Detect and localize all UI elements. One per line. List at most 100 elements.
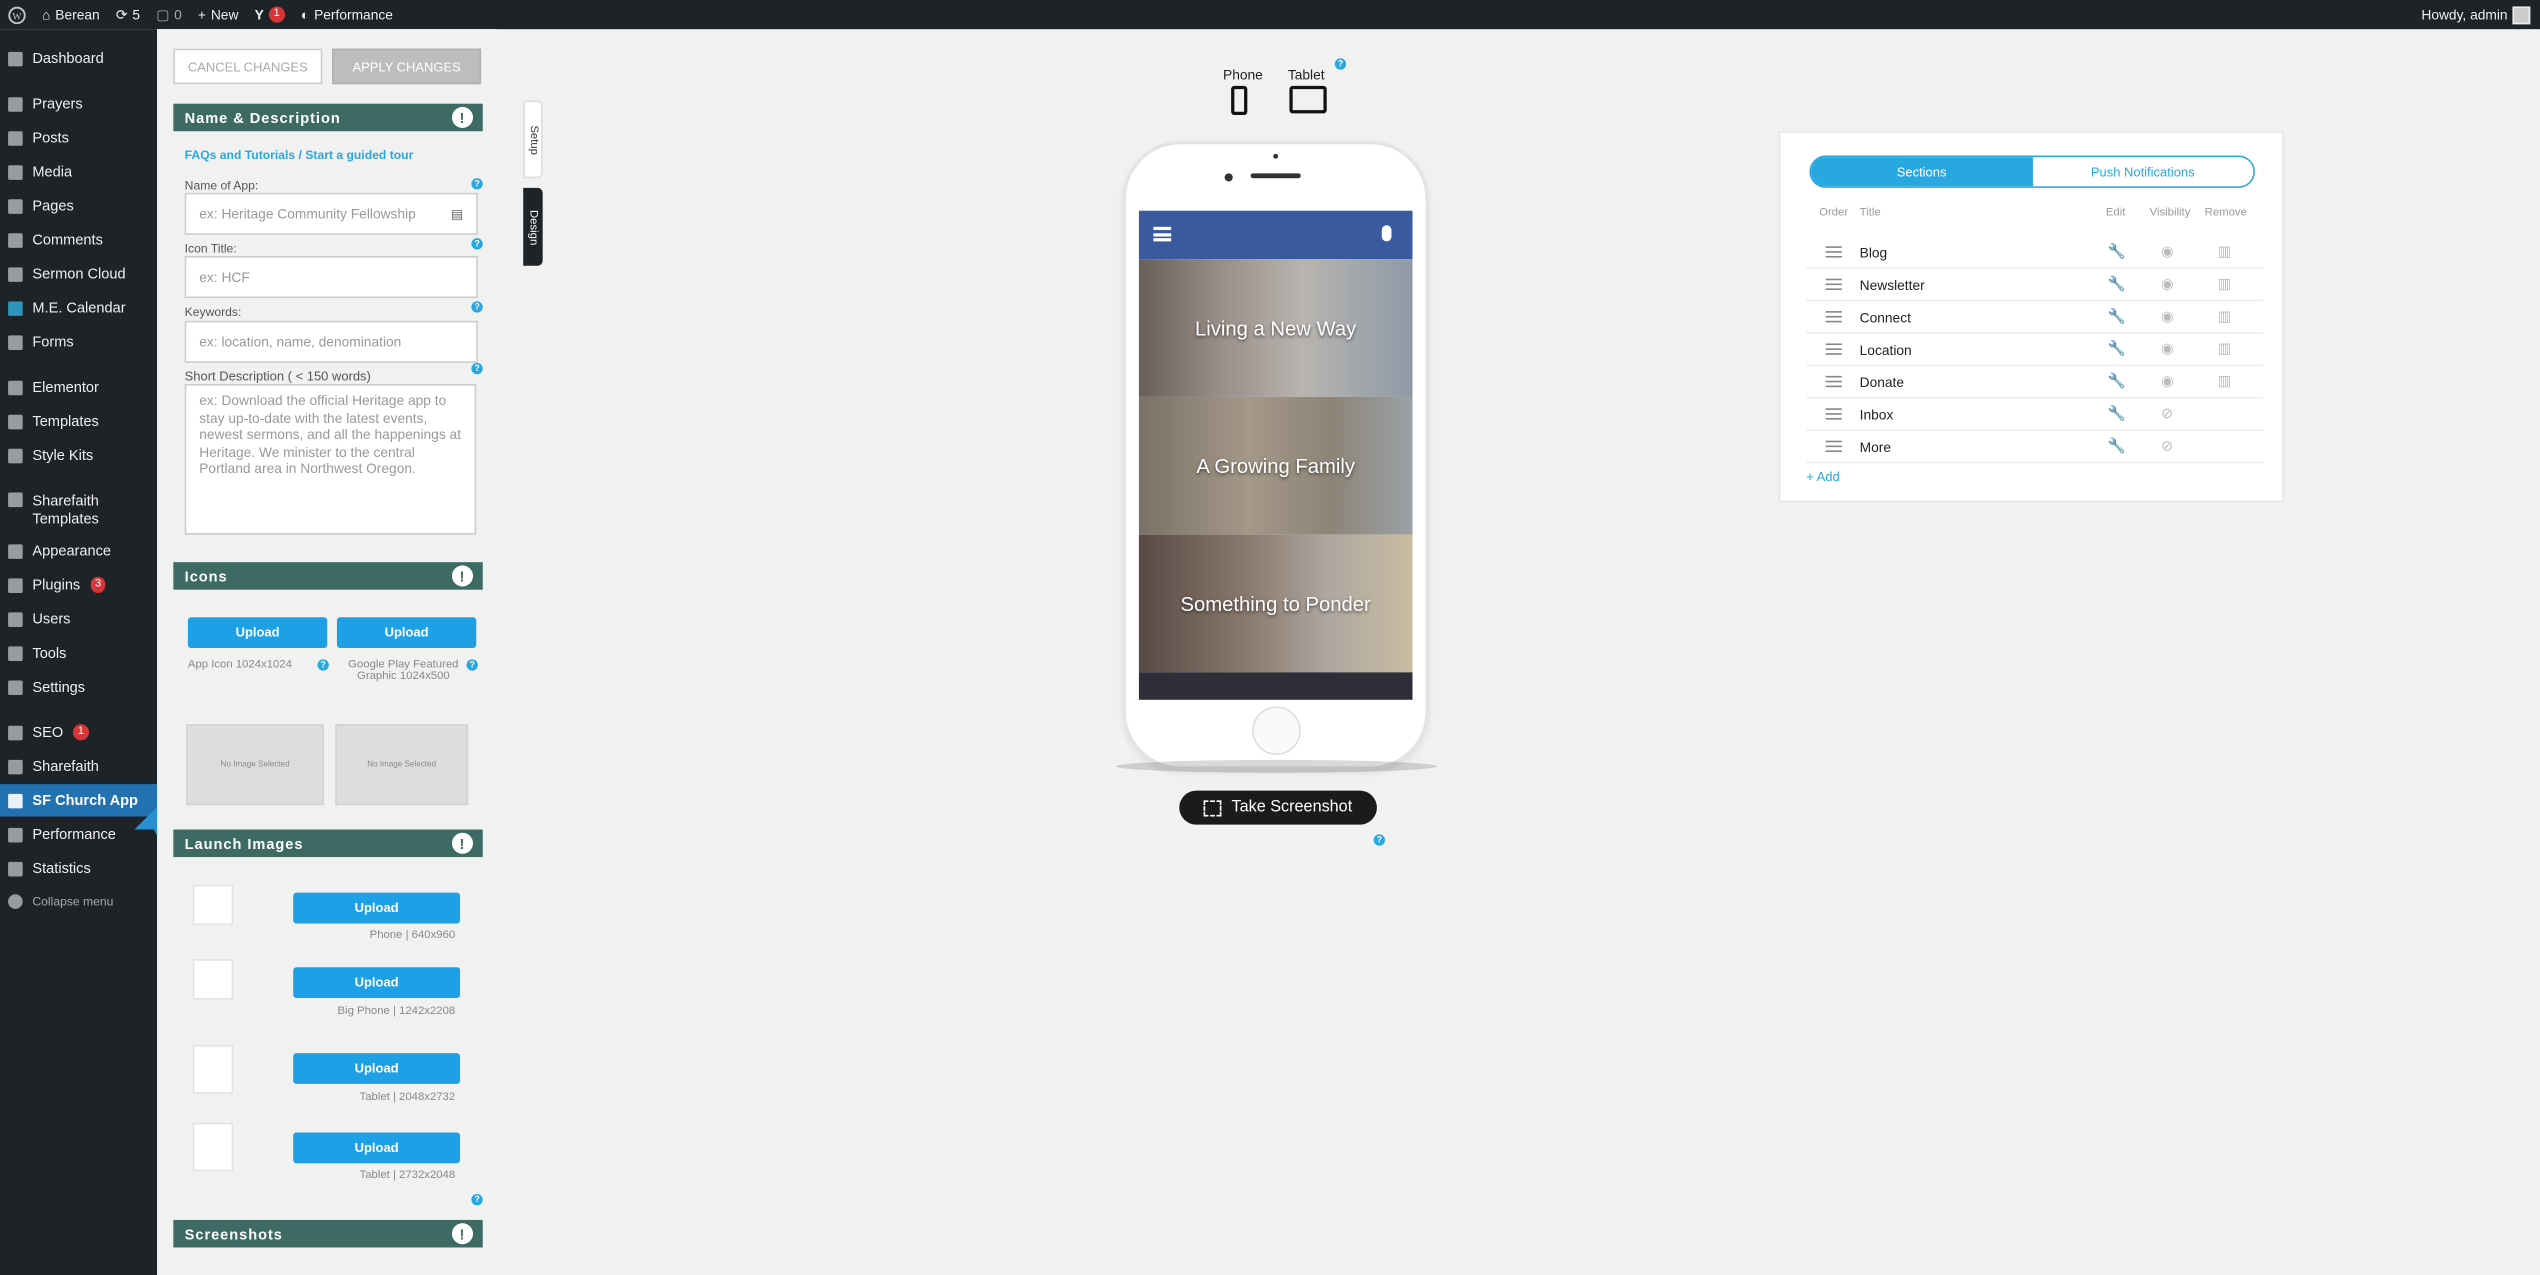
comments-link[interactable]: ▢ 0 (148, 0, 190, 29)
upload-tablet-landscape-button[interactable]: Upload (293, 1132, 461, 1164)
eye-icon[interactable]: ◉ (2161, 308, 2174, 326)
sidebar-item-style-kits[interactable]: Style Kits (0, 439, 157, 471)
sidebar-item-plugins[interactable]: Plugins 3 (0, 569, 157, 601)
sidebar-item-media[interactable]: Media (0, 156, 157, 188)
wrench-icon[interactable]: 🔧 (2107, 308, 2125, 326)
eye-icon[interactable]: ◉ (2161, 275, 2174, 293)
sidebar-item-sermon-cloud[interactable]: Sermon Cloud (0, 258, 157, 290)
menu-icon[interactable] (1153, 226, 1172, 242)
sidebar-item-templates[interactable]: Templates (0, 405, 157, 437)
drag-handle-icon[interactable] (1825, 375, 1842, 388)
upload-app-icon-button[interactable]: Upload (187, 617, 328, 649)
tablet-device-icon[interactable] (1289, 85, 1327, 114)
sidebar-item-elementor[interactable]: Elementor (0, 371, 157, 403)
name-description-header[interactable]: Name & Description! (173, 103, 483, 132)
upload-big-phone-launch-button[interactable]: Upload (293, 967, 461, 998)
updates-link[interactable]: ⟳ 5 (108, 0, 148, 29)
help-icon[interactable]: ? (471, 238, 483, 250)
drag-handle-icon[interactable] (1825, 440, 1842, 453)
drag-handle-icon[interactable] (1825, 311, 1842, 323)
app-name-input[interactable]: ex: Heritage Community Fellowship ▤ (184, 192, 478, 235)
wrench-icon[interactable]: 🔧 (2107, 243, 2125, 261)
trash-icon[interactable]: ▥ (2218, 308, 2232, 326)
sidebar-item-calendar[interactable]: M.E. Calendar (0, 292, 157, 324)
tab-sections[interactable]: Sections (1811, 157, 2033, 187)
exclamation-icon: ! (451, 832, 474, 854)
keywords-input[interactable]: ex: location, name, denomination (184, 320, 478, 363)
eye-icon[interactable]: ◉ (2161, 373, 2174, 391)
trash-icon[interactable]: ▥ (2218, 373, 2232, 391)
drag-handle-icon[interactable] (1825, 343, 1842, 355)
trash-icon[interactable]: ▥ (2218, 243, 2232, 261)
sidebar-item-sharefaith[interactable]: Sharefaith (0, 750, 157, 782)
eye-icon[interactable]: ◉ (2161, 340, 2174, 358)
yoast-link[interactable]: Y1 (247, 0, 293, 29)
help-icon[interactable]: ? (317, 659, 329, 671)
help-icon[interactable]: ? (471, 301, 483, 313)
trash-icon[interactable]: ▥ (2218, 275, 2232, 293)
sidebar-item-comments[interactable]: Comments (0, 224, 157, 256)
sidebar-item-forms[interactable]: Forms (0, 326, 157, 358)
drag-handle-icon[interactable] (1825, 246, 1842, 258)
faq-link[interactable]: FAQs and Tutorials (185, 147, 295, 162)
help-icon[interactable]: ? (471, 1194, 483, 1206)
app-tile-partial[interactable] (1138, 672, 1413, 700)
icons-header[interactable]: Icons! (173, 562, 483, 590)
sidebar-item-settings[interactable]: Settings (0, 671, 157, 703)
eye-icon[interactable]: ◉ (2161, 243, 2174, 261)
tab-setup[interactable]: Setup (523, 100, 543, 179)
wrench-icon[interactable]: 🔧 (2107, 405, 2125, 423)
apply-changes-button[interactable]: APPLY CHANGES (332, 48, 482, 85)
app-tile[interactable]: Living a New Way (1138, 259, 1413, 397)
launch-phone-preview (192, 884, 234, 926)
take-screenshot-button[interactable]: Take Screenshot (1179, 790, 1377, 825)
sidebar-item-tools[interactable]: Tools (0, 637, 157, 669)
wrench-icon[interactable]: 🔧 (2107, 275, 2125, 293)
sidebar-item-posts[interactable]: Posts (0, 122, 157, 154)
microphone-icon[interactable] (1381, 225, 1392, 242)
help-icon[interactable]: ? (1373, 834, 1386, 846)
guided-tour-link[interactable]: Start a guided tour (305, 147, 413, 162)
app-tile[interactable]: A Growing Family (1138, 396, 1413, 535)
help-icon[interactable]: ? (466, 659, 478, 671)
icon-title-input[interactable]: ex: HCF (184, 255, 478, 299)
wp-logo[interactable]: W (0, 0, 34, 29)
eye-off-icon[interactable]: ⊘ (2161, 405, 2173, 423)
upload-phone-launch-button[interactable]: Upload (293, 892, 461, 924)
sidebar-item-sharefaith-templates[interactable]: Sharefaith Templates (0, 484, 157, 533)
performance-link[interactable]: ◐ Performance (293, 0, 401, 29)
sidebar-item-appearance[interactable]: Appearance (0, 535, 157, 567)
phone-device-icon[interactable] (1231, 85, 1248, 116)
wrench-icon[interactable]: 🔧 (2107, 437, 2125, 455)
upload-featured-graphic-button[interactable]: Upload (336, 617, 477, 649)
upload-tablet-portrait-button[interactable]: Upload (293, 1053, 461, 1084)
help-icon[interactable]: ? (471, 178, 483, 190)
short-description-textarea[interactable]: ex: Download the official Heritage app t… (184, 383, 477, 535)
my-account[interactable]: Howdy, admin (2421, 5, 2540, 24)
launch-images-header[interactable]: Launch Images! (173, 829, 483, 858)
new-content-link[interactable]: + New (190, 0, 247, 29)
help-icon[interactable]: ? (471, 362, 483, 375)
trash-icon[interactable]: ▥ (2218, 340, 2232, 358)
wrench-icon[interactable]: 🔧 (2107, 373, 2125, 391)
tab-design[interactable]: Design (523, 187, 543, 266)
app-header-bar (1138, 210, 1413, 260)
tab-push-notifications[interactable]: Push Notifications (2032, 157, 2254, 187)
add-section-link[interactable]: + Add (1806, 470, 1840, 485)
cancel-changes-button[interactable]: CANCEL CHANGES (173, 48, 323, 85)
eye-off-icon[interactable]: ⊘ (2161, 437, 2173, 455)
wrench-icon[interactable]: 🔧 (2107, 340, 2125, 358)
drag-handle-icon[interactable] (1825, 278, 1842, 290)
sidebar-item-pages[interactable]: Pages (0, 190, 157, 222)
icon-title-label: Icon Title: (184, 241, 237, 256)
drag-handle-icon[interactable] (1825, 408, 1842, 420)
sidebar-item-seo[interactable]: SEO 1 (0, 716, 157, 748)
elementor-icon (8, 379, 23, 395)
sidebar-item-users[interactable]: Users (0, 603, 157, 635)
app-tile[interactable]: Something to Ponder (1138, 534, 1413, 673)
site-name-link[interactable]: ⌂ Berean (34, 0, 108, 29)
screenshots-header[interactable]: Screenshots! (173, 1219, 483, 1248)
help-icon[interactable]: ? (1334, 58, 1347, 70)
sidebar-item-prayers[interactable]: Prayers (0, 87, 157, 119)
sidebar-item-dashboard[interactable]: Dashboard (0, 42, 157, 74)
